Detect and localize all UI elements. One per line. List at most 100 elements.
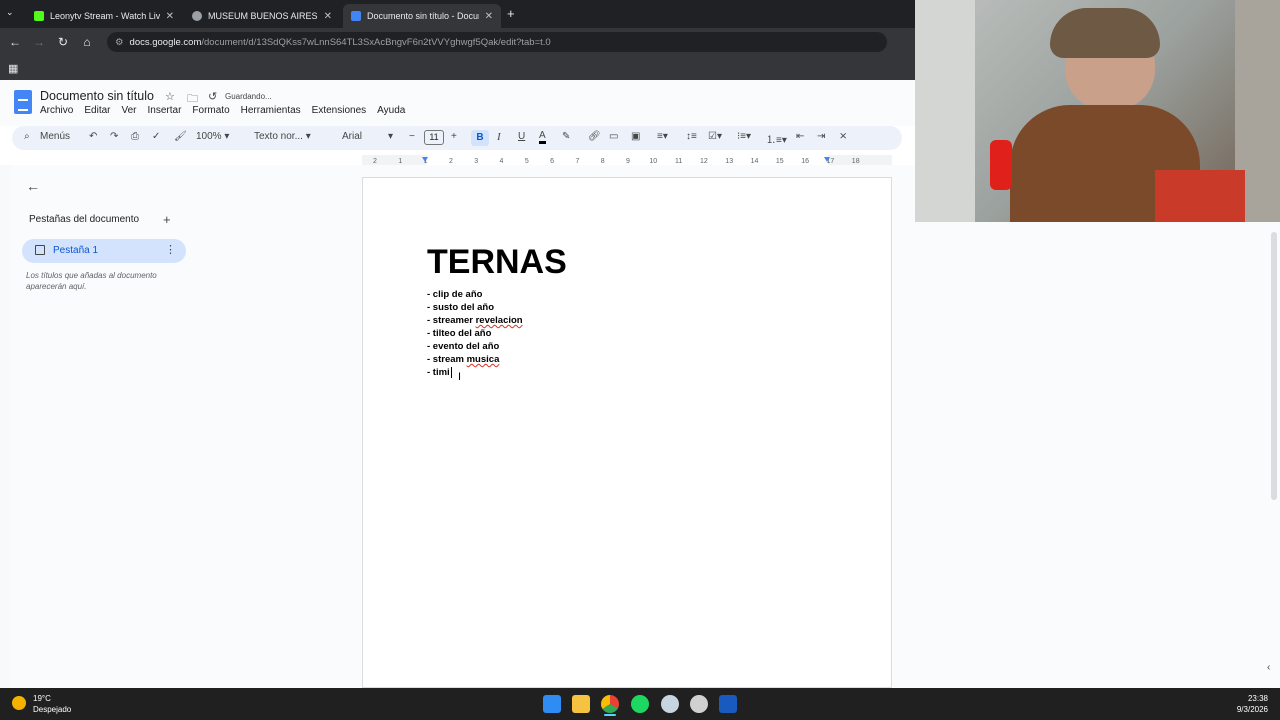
list-item[interactable]: - tilteo del año bbox=[427, 328, 491, 339]
comment-icon[interactable]: ▭ bbox=[609, 131, 618, 142]
browser-tab[interactable]: MUSEUM BUENOS AIRES VACI ✕ bbox=[184, 4, 340, 28]
url-input[interactable]: ⚙ docs.google.com/document/d/13SdQKss7wL… bbox=[107, 32, 887, 52]
increase-font-size-icon[interactable]: + bbox=[451, 131, 457, 142]
ruler-number: 8 bbox=[601, 158, 605, 165]
horizontal-ruler[interactable]: 2 1 1 2 3 4 5 6 7 8 9 10 11 12 13 14 15 16 17 18 bbox=[362, 155, 892, 165]
taskbar-clock[interactable]: 23:38 bbox=[1240, 694, 1268, 703]
reload-icon[interactable]: ↻ bbox=[51, 35, 75, 49]
document-canvas-right bbox=[915, 222, 1280, 688]
apps-grid-icon[interactable]: ▦ bbox=[8, 62, 18, 75]
menu-item-ver[interactable]: Ver bbox=[121, 105, 136, 116]
ruler-number: 11 bbox=[675, 158, 682, 165]
undo-icon[interactable]: ↶ bbox=[89, 131, 97, 142]
weather-moon-icon[interactable] bbox=[12, 696, 26, 710]
paint-format-icon[interactable]: 🖌 bbox=[174, 131, 187, 142]
underline-button[interactable]: U bbox=[518, 131, 525, 142]
ruler-number: 9 bbox=[626, 158, 630, 165]
steam-icon[interactable] bbox=[661, 695, 679, 713]
active-app-indicator bbox=[604, 714, 616, 716]
text-color-button[interactable]: A bbox=[539, 131, 546, 144]
italic-button[interactable]: I bbox=[497, 131, 501, 143]
decrease-indent-icon[interactable]: ⇤ bbox=[796, 131, 804, 142]
new-tab-icon[interactable]: + bbox=[507, 6, 515, 21]
menu-item-insertar[interactable]: Insertar bbox=[148, 105, 182, 116]
checklist-icon[interactable]: ☑▾ bbox=[708, 131, 722, 142]
google-docs-icon bbox=[351, 11, 361, 21]
menu-item-archivo[interactable]: Archivo bbox=[40, 105, 73, 116]
clear-formatting-icon[interactable]: ⨯ bbox=[839, 131, 847, 142]
tab-item-label: Pestaña 1 bbox=[53, 245, 99, 256]
close-icon[interactable]: ✕ bbox=[485, 11, 493, 22]
misspelled-word[interactable]: musica bbox=[467, 354, 500, 365]
zoom-select[interactable]: 100% ▾ bbox=[196, 131, 229, 142]
link-icon[interactable]: 🔗︎ bbox=[588, 131, 601, 142]
back-arrow-icon[interactable]: ← bbox=[26, 178, 40, 194]
font-select[interactable]: Arial ▾ bbox=[342, 131, 393, 142]
list-item[interactable]: - susto del año bbox=[427, 302, 494, 313]
vertical-ruler bbox=[0, 165, 10, 688]
forward-icon[interactable]: → bbox=[27, 35, 51, 49]
close-icon[interactable]: ✕ bbox=[324, 11, 332, 22]
obs-icon[interactable] bbox=[690, 695, 708, 713]
redo-icon[interactable]: ↷ bbox=[110, 131, 118, 142]
list-item[interactable]: - clip de año bbox=[427, 289, 482, 300]
bulleted-list-icon[interactable]: ⁝≡▾ bbox=[737, 131, 751, 142]
numbered-list-icon[interactable]: ⒈≡▾ bbox=[766, 131, 787, 146]
taskbar-date[interactable]: 9/3/2026 bbox=[1230, 705, 1268, 714]
ruler-number: 1 bbox=[398, 158, 402, 165]
line-spacing-icon[interactable]: ↕≡ bbox=[686, 131, 697, 142]
browser-tab[interactable]: Leonytv Stream - Watch Live o ✕ bbox=[26, 4, 182, 28]
webcam-overlay bbox=[915, 0, 1280, 222]
file-explorer-icon[interactable] bbox=[572, 695, 590, 713]
browser-tab-active[interactable]: Documento sin título - Docum ✕ bbox=[343, 4, 501, 28]
menu-item-formato[interactable]: Formato bbox=[192, 105, 229, 116]
star-icon[interactable]: ☆ bbox=[165, 90, 175, 103]
highlight-icon[interactable]: ✎ bbox=[562, 131, 570, 142]
font-size-input[interactable]: 11 bbox=[424, 130, 444, 145]
list-item[interactable]: - evento del año bbox=[427, 341, 499, 352]
search-icon[interactable]: ⌕ bbox=[24, 131, 30, 142]
ruler-number: 16 bbox=[801, 158, 809, 165]
vertical-scrollbar[interactable] bbox=[1271, 232, 1277, 500]
menu-item-editar[interactable]: Editar bbox=[84, 105, 110, 116]
weather-temperature[interactable]: 19°C bbox=[33, 694, 51, 703]
ruler-number: 5 bbox=[525, 158, 529, 165]
home-icon[interactable]: ⌂ bbox=[75, 35, 99, 49]
back-icon[interactable]: ← bbox=[3, 35, 27, 49]
list-item[interactable]: - streamer revelacion bbox=[427, 315, 523, 326]
tab-search-icon[interactable]: ⌄ bbox=[6, 7, 14, 18]
image-icon[interactable]: ▣ bbox=[631, 131, 640, 142]
word-icon[interactable] bbox=[719, 695, 737, 713]
windows-start-icon[interactable] bbox=[543, 695, 561, 713]
menu-item-extensiones[interactable]: Extensiones bbox=[312, 105, 366, 116]
spotify-icon[interactable] bbox=[631, 695, 649, 713]
chrome-icon[interactable] bbox=[601, 695, 619, 713]
chevron-left-icon[interactable]: ‹ bbox=[1267, 662, 1270, 673]
weather-description[interactable]: Despejado bbox=[33, 705, 71, 714]
document-heading[interactable]: TERNAS bbox=[427, 243, 567, 282]
decrease-font-size-icon[interactable]: − bbox=[409, 131, 415, 142]
increase-indent-icon[interactable]: ⇥ bbox=[817, 131, 825, 142]
more-options-icon[interactable]: ⋮ bbox=[165, 243, 176, 256]
document-title[interactable]: Documento sin título bbox=[40, 89, 154, 103]
align-icon[interactable]: ≡▾ bbox=[657, 131, 668, 142]
docs-logo-icon[interactable] bbox=[14, 90, 32, 114]
misspelled-word[interactable]: revelacion bbox=[476, 315, 523, 326]
text-cursor bbox=[451, 367, 452, 378]
print-icon[interactable]: ⎙ bbox=[131, 131, 139, 142]
menu-item-herramientas[interactable]: Herramientas bbox=[241, 105, 301, 116]
search-menus-button[interactable]: Menús bbox=[40, 131, 70, 142]
tab-item-pestana-1[interactable] bbox=[22, 239, 186, 263]
close-icon[interactable]: ✕ bbox=[166, 11, 174, 22]
spellcheck-icon[interactable]: ✓ bbox=[152, 131, 160, 142]
add-tab-button[interactable]: + bbox=[163, 212, 171, 227]
ruler-number: 18 bbox=[852, 158, 860, 165]
browser-tab-strip: ⌄ Leonytv Stream - Watch Live o ✕ MUSEUM… bbox=[0, 0, 915, 28]
menu-item-ayuda[interactable]: Ayuda bbox=[377, 105, 405, 116]
ruler-number: 13 bbox=[725, 158, 733, 165]
site-info-icon[interactable]: ⚙ bbox=[115, 37, 124, 48]
list-item[interactable]: - timi bbox=[427, 367, 450, 378]
style-select[interactable]: Texto nor... ▾ bbox=[254, 131, 311, 142]
list-item[interactable]: - stream musica bbox=[427, 354, 499, 365]
bold-button[interactable]: B bbox=[471, 130, 489, 146]
